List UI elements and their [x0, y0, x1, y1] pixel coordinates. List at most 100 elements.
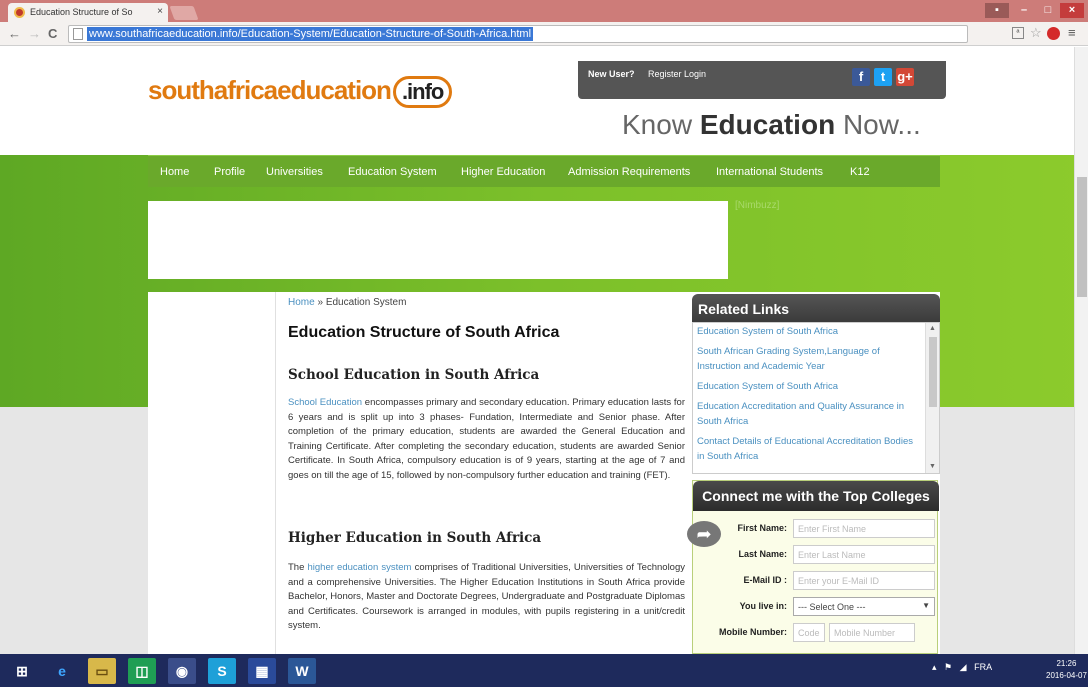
store-app-icon[interactable]: ◫	[128, 658, 156, 684]
extension-icon[interactable]	[1047, 27, 1060, 40]
nav-universities[interactable]: Universities	[266, 166, 323, 178]
user-profile-icon[interactable]: ▪	[985, 3, 1009, 18]
internet-explorer-icon[interactable]: e	[48, 658, 76, 684]
register-login-link[interactable]: Register Login	[648, 69, 706, 79]
related-links-panel: Related Links Education System of South …	[692, 294, 940, 474]
related-links-title: Related Links	[692, 294, 940, 322]
mobile-number-field[interactable]: Mobile Number	[829, 623, 915, 642]
system-clock[interactable]: 21:26 2016-04-07	[1046, 658, 1087, 682]
site-tagline: Know Education Now...	[622, 109, 921, 141]
reload-icon[interactable]: C	[48, 26, 57, 41]
nav-international-students[interactable]: International Students	[716, 166, 823, 178]
school-text: encompasses primary and secondary educat…	[288, 397, 685, 481]
bookmark-star-icon[interactable]: ☆	[1030, 25, 1042, 41]
tray-chevron-icon[interactable]: ▴	[932, 662, 937, 672]
ad-label[interactable]: [Nimbuzz]	[735, 200, 779, 211]
close-window-button[interactable]: ×	[1060, 3, 1084, 18]
school-education-link[interactable]: School Education	[288, 397, 362, 408]
nav-home[interactable]: Home	[160, 166, 189, 178]
nav-education-system[interactable]: Education System	[348, 166, 437, 178]
main-navigation: Home Profile Universities Education Syst…	[148, 155, 940, 187]
mobile-label: Mobile Number:	[718, 627, 787, 637]
new-user-label: New User?	[588, 69, 635, 79]
windows-taskbar: ⊞ e ▭ ◫ ◉ S ▦ W ▴ ⚑ ◢ FRA 21:26 2016-04-…	[0, 654, 1088, 687]
nav-profile[interactable]: Profile	[214, 166, 245, 178]
clock-time: 21:26	[1056, 659, 1077, 668]
scrollbar-thumb[interactable]	[929, 337, 937, 407]
facebook-icon[interactable]: f	[852, 68, 870, 86]
windows-start-icon[interactable]: ⊞	[8, 658, 36, 684]
higher-education-system-link[interactable]: higher education system	[308, 562, 412, 573]
chrome-icon[interactable]: ◉	[168, 658, 196, 684]
twitter-icon[interactable]: t	[874, 68, 892, 86]
section-paragraph-school: School Education encompasses primary and…	[288, 396, 685, 484]
flag-icon[interactable]: ⚑	[944, 662, 952, 672]
clock-date: 2016-04-07	[1046, 671, 1087, 680]
url-text[interactable]: www.southafricaeducation.info/Education-…	[87, 27, 534, 41]
address-bar[interactable]: www.southafricaeducation.info/Education-…	[68, 25, 968, 43]
scroll-up-icon[interactable]: ▲	[929, 325, 936, 332]
first-name-label: First Name:	[737, 523, 787, 533]
site-logo[interactable]: southafricaeducation .info	[148, 75, 453, 108]
last-name-label: Last Name:	[738, 549, 787, 559]
related-link[interactable]: Education System of South Africa	[693, 378, 939, 398]
menu-icon[interactable]: ≡	[1068, 25, 1076, 40]
tagline-bold: Education	[699, 109, 836, 140]
first-name-field[interactable]: Enter First Name	[793, 519, 935, 538]
breadcrumb: Home » Education System	[288, 297, 406, 308]
network-icon[interactable]: ◢	[960, 662, 967, 672]
higher-pre: The	[288, 562, 308, 573]
maximize-button[interactable]: □	[1036, 3, 1060, 18]
related-links-list: Education System of South Africa South A…	[692, 322, 940, 474]
page-scrollbar[interactable]	[1074, 47, 1088, 654]
last-name-field[interactable]: Enter Last Name	[793, 545, 935, 564]
country-select[interactable]: --- Select One --- ▼	[793, 597, 935, 616]
tagline-post: Now...	[842, 109, 921, 140]
google-plus-icon[interactable]: g+	[896, 68, 914, 86]
related-link[interactable]: Education System of South Africa	[693, 323, 939, 343]
connect-form-title: Connect me with the Top Colleges	[693, 481, 939, 511]
favicon-icon	[14, 7, 25, 18]
minimize-button[interactable]: –	[1012, 3, 1036, 18]
page-title: Education Structure of South Africa	[288, 324, 560, 341]
related-link[interactable]: Education Accreditation and Quality Assu…	[693, 398, 939, 433]
live-in-label: You live in:	[739, 601, 787, 611]
forward-arrow-icon[interactable]: →	[28, 26, 41, 41]
nav-higher-education[interactable]: Higher Education	[461, 166, 545, 178]
site-header: southafricaeducation .info New User? Regi…	[0, 47, 1088, 155]
related-links-scrollbar[interactable]: ▲ ▼	[925, 323, 939, 473]
logo-badge: .info	[392, 76, 453, 108]
advertisement-box	[148, 201, 728, 279]
section-paragraph-higher: The higher education system comprises of…	[288, 561, 685, 634]
new-tab-button[interactable]	[169, 6, 199, 20]
nav-admission-requirements[interactable]: Admission Requirements	[568, 166, 690, 178]
left-column	[148, 292, 276, 654]
related-link[interactable]: Contact Details of Educational Accredita…	[693, 433, 939, 468]
user-bar: New User? Register Login f t g+	[578, 61, 946, 99]
scroll-down-icon[interactable]: ▼	[929, 463, 936, 470]
back-arrow-icon[interactable]: ←	[8, 26, 21, 41]
word-icon[interactable]: W	[288, 658, 316, 684]
email-field[interactable]: Enter your E-Mail ID	[793, 571, 935, 590]
phone-code-field[interactable]: Code	[793, 623, 825, 642]
email-label: E-Mail ID :	[743, 575, 787, 585]
close-tab-icon[interactable]: ×	[157, 6, 163, 17]
skype-icon[interactable]: S	[208, 658, 236, 684]
last-name-row: Last Name: Enter Last Name	[693, 545, 939, 565]
page-scrollbar-thumb[interactable]	[1077, 177, 1087, 297]
first-name-row: First Name: Enter First Name	[693, 519, 939, 539]
browser-tab[interactable]: Education Structure of So ×	[8, 3, 168, 22]
nav-k12[interactable]: K12	[850, 166, 870, 178]
related-link[interactable]: South African Grading System,Language of…	[693, 343, 939, 378]
translate-icon[interactable]: ª	[1012, 27, 1024, 39]
mobile-row: Mobile Number: Code Mobile Number	[693, 623, 939, 643]
country-select-value: --- Select One ---	[798, 602, 866, 612]
country-row: You live in: --- Select One --- ▼	[693, 597, 939, 617]
language-indicator[interactable]: FRA	[974, 662, 992, 672]
breadcrumb-home[interactable]: Home	[288, 297, 315, 308]
dropdown-arrow-icon: ▼	[922, 601, 930, 610]
section-heading-higher: Higher Education in South Africa	[288, 530, 542, 546]
flag-app-icon[interactable]: ▦	[248, 658, 276, 684]
file-explorer-icon[interactable]: ▭	[88, 658, 116, 684]
system-tray: ▴ ⚑ ◢ FRA	[932, 662, 992, 673]
